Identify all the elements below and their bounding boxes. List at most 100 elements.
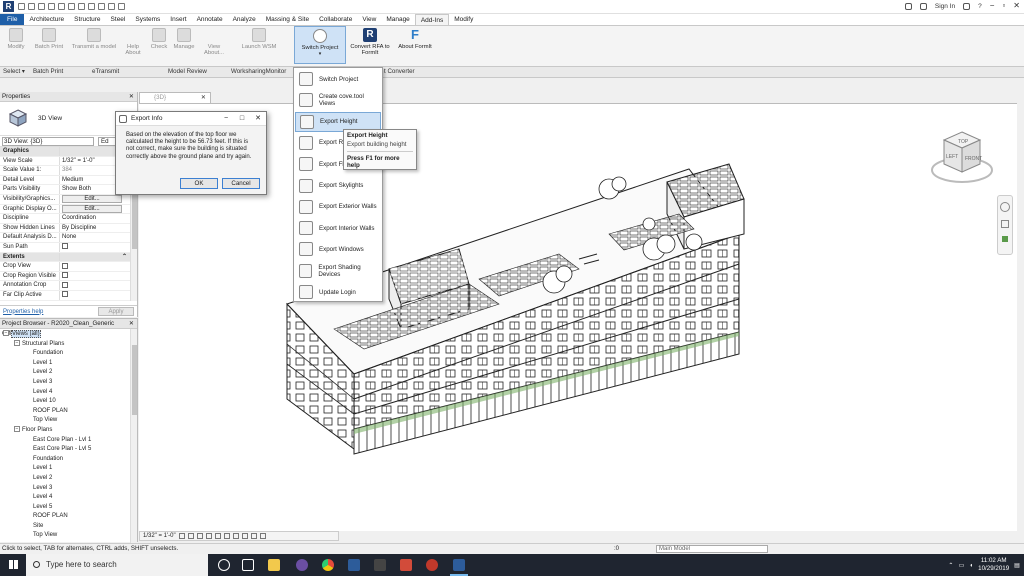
browser-node[interactable]: Level 2 <box>0 474 137 484</box>
app2-task-icon[interactable] <box>400 559 412 571</box>
revit-task-icon[interactable] <box>348 559 360 571</box>
taskbar-search[interactable]: Type here to search <box>26 554 208 576</box>
checkbox[interactable] <box>62 291 68 298</box>
select-panel-label[interactable]: Select ▾ <box>3 68 25 75</box>
view-cube[interactable]: TOP FRONT LEFT <box>930 128 994 190</box>
property-value[interactable] <box>60 281 137 290</box>
browser-node[interactable]: − Floor Plans <box>0 426 137 436</box>
menu-item-export-exterior-walls[interactable]: Export Exterior Walls <box>295 197 381 217</box>
help-icon[interactable]: ? <box>978 3 982 10</box>
browser-node[interactable]: Level 10 <box>0 397 137 407</box>
property-value[interactable]: None <box>60 233 137 242</box>
convert-rfa-button[interactable]: R Convert RFA to FormIt <box>350 28 390 56</box>
crop-view-icon[interactable] <box>223 533 230 539</box>
ok-button[interactable]: OK <box>180 178 218 189</box>
browser-scrollbar[interactable] <box>130 329 137 543</box>
shadows-icon[interactable] <box>205 533 212 539</box>
section-icon[interactable] <box>108 3 115 10</box>
browser-node[interactable]: ROOF PLAN <box>0 512 137 522</box>
save-icon[interactable] <box>28 3 35 10</box>
property-value[interactable]: Edit... <box>60 194 137 204</box>
tab-file[interactable]: File <box>0 14 25 25</box>
browser-node[interactable]: Top View <box>0 416 137 426</box>
property-group[interactable]: Extents ⌃ <box>0 252 137 263</box>
print-icon[interactable] <box>68 3 75 10</box>
view-tab-3d[interactable]: {3D} ✕ <box>139 92 211 103</box>
chrome-icon[interactable] <box>322 559 334 571</box>
media-app-icon[interactable] <box>296 559 308 571</box>
menu-item-export-interior-walls[interactable]: Export Interior Walls <box>295 218 381 238</box>
tab-massing-site[interactable]: Massing & Site <box>261 14 314 25</box>
zoom-icon[interactable] <box>1001 220 1009 228</box>
switch-project-button[interactable]: Switch Project ▾ <box>294 26 346 64</box>
menu-item-switch-project[interactable]: Switch Project <box>295 69 381 89</box>
pan-icon[interactable] <box>1002 236 1008 242</box>
browser-node[interactable]: Site <box>0 522 137 532</box>
network-icon[interactable]: ▭ <box>959 562 965 569</box>
property-value[interactable] <box>60 272 137 281</box>
checkbox[interactable] <box>62 272 68 279</box>
scrollbar-thumb[interactable] <box>132 345 137 415</box>
menu-item-export-skylights[interactable]: Export Skylights <box>295 176 381 196</box>
collapse-toggle-icon[interactable]: − <box>14 426 20 433</box>
tray-chevron-icon[interactable]: ⌃ <box>948 562 953 569</box>
revit-logo-icon[interactable]: R <box>3 1 14 12</box>
check-button[interactable]: Check <box>147 28 171 50</box>
viewcube-top-label[interactable]: TOP <box>958 139 969 145</box>
cortana-icon[interactable] <box>218 559 230 571</box>
browser-node[interactable]: Level 4 <box>0 493 137 503</box>
view-scale-button[interactable]: 1/32" = 1'-0" <box>143 532 176 540</box>
3d-view-icon[interactable] <box>98 3 105 10</box>
revit-active-task-icon[interactable] <box>450 559 468 576</box>
clock[interactable]: 11:02 AM 10/29/2019 <box>978 557 1009 573</box>
binoculars-icon[interactable] <box>904 2 912 10</box>
viewcube-left-label[interactable]: LEFT <box>946 154 958 160</box>
view-selector-dropdown[interactable]: 3D View: {3D} <box>2 136 94 146</box>
sync-icon[interactable] <box>38 3 45 10</box>
menu-item-export-windows[interactable]: Export Windows <box>295 239 381 259</box>
task-view-icon[interactable] <box>242 559 254 571</box>
transmit-model-button[interactable]: Transmit a model <box>68 28 120 50</box>
modify-button[interactable]: Modify <box>2 28 30 50</box>
close-icon[interactable]: ✕ <box>1013 2 1020 10</box>
tab-annotate[interactable]: Annotate <box>192 14 228 25</box>
property-value[interactable]: Coordination <box>60 214 137 223</box>
close-icon[interactable]: ✕ <box>201 93 206 103</box>
lock-3d-icon[interactable] <box>241 533 248 539</box>
measure-icon[interactable] <box>78 3 85 10</box>
launch-wsm-button[interactable]: Launch WSM <box>236 28 282 50</box>
maximize-icon[interactable]: ▫ <box>1002 2 1005 10</box>
tab-add-ins[interactable]: Add-Ins <box>414 14 450 25</box>
drawing-canvas[interactable] <box>139 103 1017 531</box>
property-value[interactable] <box>60 243 137 252</box>
property-value[interactable]: Edit... <box>60 204 137 214</box>
steering-wheel-icon[interactable] <box>1000 202 1010 212</box>
view-about-button[interactable]: View About... <box>200 28 228 56</box>
notification-icon[interactable]: ▤ <box>1014 562 1020 569</box>
minimize-icon[interactable]: − <box>990 2 995 10</box>
sun-path-icon[interactable] <box>196 533 203 539</box>
user-icon[interactable] <box>919 2 927 10</box>
apply-button[interactable]: Apply <box>98 307 134 316</box>
tab-analyze[interactable]: Analyze <box>228 14 261 25</box>
close-icon[interactable]: ✕ <box>129 92 134 101</box>
batch-print-button[interactable]: Batch Print <box>32 28 66 50</box>
undo-icon[interactable] <box>48 3 55 10</box>
tab-manage[interactable]: Manage <box>381 14 415 25</box>
checkbox[interactable] <box>62 262 68 269</box>
redo-icon[interactable] <box>58 3 65 10</box>
show-crop-icon[interactable] <box>232 533 239 539</box>
browser-node[interactable]: Foundation <box>0 349 137 359</box>
browser-node[interactable]: East Core Plan - Lvl 1 <box>0 436 137 446</box>
browser-node[interactable]: − Structural Plans <box>0 340 137 350</box>
about-formit-button[interactable]: F About FormIt <box>393 28 437 51</box>
maximize-icon[interactable]: □ <box>234 112 250 126</box>
visual-style-icon[interactable] <box>187 533 194 539</box>
design-option-dropdown[interactable]: Main Model <box>656 545 768 553</box>
browser-node[interactable]: Level 1 <box>0 359 137 369</box>
temp-hide-icon[interactable] <box>250 533 257 539</box>
browser-node[interactable]: Level 4 <box>0 388 137 398</box>
browser-node[interactable]: − Views (all) <box>0 330 137 340</box>
app-task-icon[interactable] <box>374 559 386 571</box>
browser-node[interactable]: Level 3 <box>0 378 137 388</box>
